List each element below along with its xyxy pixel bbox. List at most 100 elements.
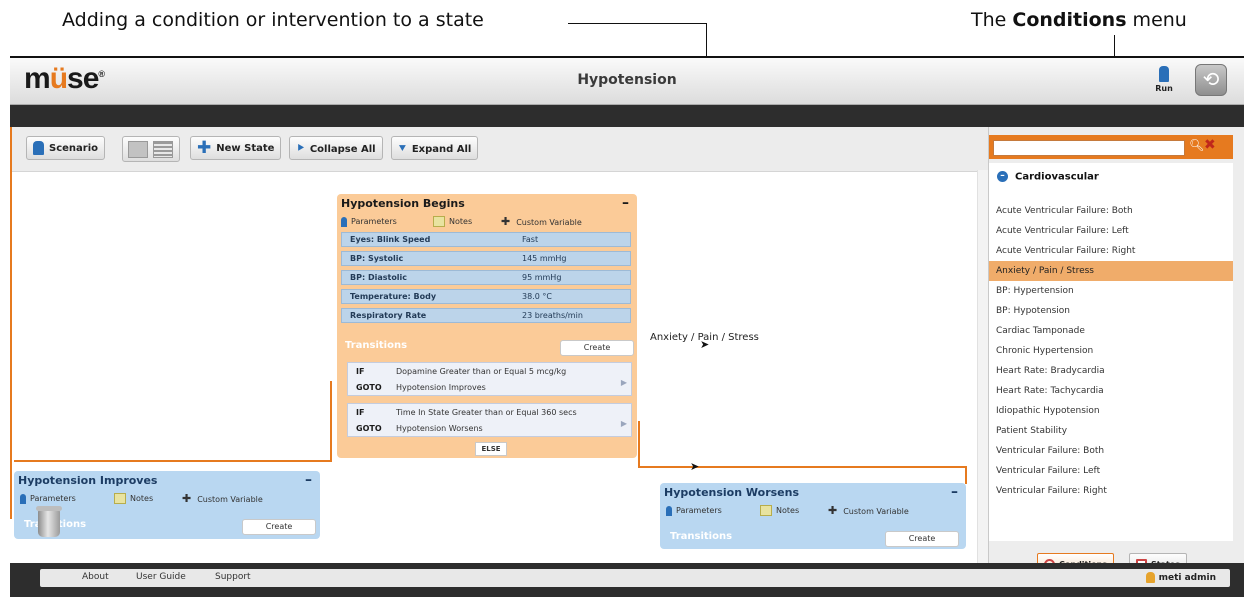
connector-line (10, 127, 12, 519)
run-person-icon (1159, 66, 1169, 82)
collapse-icon: ⯈ (296, 142, 305, 155)
collapse-circle-icon: – (997, 171, 1008, 182)
parameter-row[interactable]: Eyes: Blink Speed Fast (341, 232, 631, 247)
condition-item[interactable]: BP: Hypotension (989, 301, 1233, 321)
plus-icon: ✚ (828, 504, 838, 517)
condition-item[interactable]: Acute Ventricular Failure: Left (989, 221, 1233, 241)
tab-custom-variable[interactable]: ✚ Custom Variable (182, 491, 263, 508)
condition-item[interactable]: Chronic Hypertension (989, 341, 1233, 361)
state-title: Hypotension Improves – (18, 470, 312, 490)
plus-icon: ✚ (182, 492, 192, 505)
callout-add-condition: Adding a condition or intervention to a … (62, 9, 484, 31)
notes-icon (433, 216, 445, 227)
mouse-cursor-icon: ➤ (700, 338, 710, 351)
page-title: Hypotension (577, 72, 677, 88)
footer-link-user-guide[interactable]: User Guide (136, 572, 186, 582)
state-tabs: Parameters Notes ✚ Custom Variable (660, 503, 966, 519)
tab-parameters[interactable]: Parameters (666, 503, 722, 519)
expand-all-button[interactable]: ⯆ Expand All (391, 136, 479, 160)
expand-arrow-icon[interactable]: ▶ (621, 378, 627, 387)
state-card-hypotension-worsens[interactable]: Hypotension Worsens – Parameters Notes ✚ C… (660, 483, 966, 549)
state-tabs: Parameters Notes ✚ Custom Variable (14, 491, 320, 507)
callout-text: The (971, 9, 1013, 31)
tab-notes[interactable]: Notes (114, 491, 153, 507)
back-arrow-icon: ⟲ (1202, 67, 1220, 91)
notes-icon (114, 493, 126, 504)
header-strip (10, 105, 1244, 127)
transition-row[interactable]: IF Dopamine Greater than or Equal 5 mcg/… (347, 362, 632, 396)
parameter-row[interactable]: BP: Systolic 145 mmHg (341, 251, 631, 266)
tab-custom-variable[interactable]: ✚ Custom Variable (828, 503, 909, 520)
person-icon (341, 216, 347, 227)
collapse-all-button[interactable]: ⯈ Collapse All (289, 136, 383, 160)
user-icon (1145, 572, 1155, 583)
condition-item[interactable]: Heart Rate: Bradycardia (989, 361, 1233, 381)
parameter-row[interactable]: Respiratory Rate 23 breaths/min (341, 308, 631, 323)
create-transition-button[interactable]: Create (885, 531, 959, 547)
collapse-minus-icon[interactable]: – (622, 193, 629, 213)
transition-row[interactable]: IF Time In State Greater than or Equal 3… (347, 403, 632, 437)
connector-line (638, 421, 640, 467)
condition-item[interactable]: Acute Ventricular Failure: Right (989, 241, 1233, 261)
tab-notes[interactable]: Notes (760, 503, 799, 519)
canvas-scrollbar[interactable] (977, 170, 988, 563)
conditions-panel: 🔍︎ ✖ – Cardiovascular Acute Ventricular F… (988, 127, 1244, 587)
callout-conditions-menu: The Conditions menu (971, 9, 1187, 31)
collapse-minus-icon[interactable]: – (951, 482, 958, 502)
connector-line (330, 381, 332, 461)
tab-parameters[interactable]: Parameters (20, 491, 76, 507)
clear-icon[interactable]: ✖ (1204, 137, 1216, 153)
state-card-hypotension-begins[interactable]: Hypotension Begins – Parameters Notes ✚ Cu… (337, 194, 637, 458)
toolbar: Scenario ✚ New State ⯈ Collapse All ⯆ Expan… (10, 127, 988, 172)
else-button[interactable]: ELSE (475, 442, 507, 456)
search-icon[interactable]: 🔍︎ (1189, 138, 1204, 152)
tab-parameters[interactable]: Parameters (341, 214, 397, 230)
footer-link-about[interactable]: About (82, 572, 109, 582)
conditions-search-bar: 🔍︎ ✖ (989, 135, 1233, 159)
trash-icon[interactable] (36, 506, 62, 537)
view-toggle[interactable] (122, 136, 180, 162)
tab-custom-variable[interactable]: ✚ Custom Variable (501, 214, 582, 231)
list-view-icon[interactable] (153, 141, 173, 158)
category-header[interactable]: – Cardiovascular (997, 171, 1099, 183)
condition-item[interactable]: Ventricular Failure: Left (989, 461, 1233, 481)
parameter-row[interactable]: Temperature: Body 38.0 °C (341, 289, 631, 304)
footer: About User Guide Support meti admin (10, 563, 1244, 597)
connector-line (638, 466, 966, 468)
run-label: Run (1155, 84, 1173, 93)
condition-item[interactable]: Ventricular Failure: Right (989, 481, 1233, 501)
create-transition-button[interactable]: Create (560, 340, 634, 356)
title-bar: müse® Hypotension Run ⟲ (10, 58, 1244, 105)
condition-item[interactable]: Idiopathic Hypotension (989, 401, 1233, 421)
person-icon (666, 505, 672, 516)
condition-item[interactable]: BP: Hypertension (989, 281, 1233, 301)
expand-icon: ⯆ (398, 142, 407, 155)
back-button[interactable]: ⟲ (1195, 64, 1227, 96)
parameter-row[interactable]: BP: Diastolic 95 mmHg (341, 270, 631, 285)
condition-item[interactable]: Ventricular Failure: Both (989, 441, 1233, 461)
tab-notes[interactable]: Notes (433, 214, 472, 230)
conditions-search-input[interactable] (993, 140, 1185, 156)
expand-arrow-icon[interactable]: ▶ (621, 419, 627, 428)
collapse-minus-icon[interactable]: – (305, 470, 312, 490)
condition-item[interactable]: Heart Rate: Tachycardia (989, 381, 1233, 401)
transitions-label: Transitions (345, 340, 408, 351)
user-menu[interactable]: meti admin (1145, 572, 1216, 583)
run-button[interactable]: Run (1150, 64, 1178, 98)
connector-line (965, 466, 967, 484)
state-tabs: Parameters Notes ✚ Custom Variable (337, 214, 637, 230)
conditions-list: – Cardiovascular Acute Ventricular Failur… (989, 163, 1233, 541)
plus-icon: ✚ (197, 138, 212, 158)
condition-item[interactable]: Patient Stability (989, 421, 1233, 441)
person-icon (20, 493, 26, 504)
condition-item-selected[interactable]: Anxiety / Pain / Stress (989, 261, 1233, 281)
mouse-cursor-icon: ➤ (690, 460, 700, 473)
new-state-button[interactable]: ✚ New State (190, 136, 282, 160)
condition-item[interactable]: Cardiac Tamponade (989, 321, 1233, 341)
footer-link-support[interactable]: Support (215, 572, 251, 582)
condition-item[interactable]: Acute Ventricular Failure: Both (989, 201, 1233, 221)
graph-view-icon[interactable] (128, 141, 148, 158)
scenario-button[interactable]: Scenario (26, 136, 106, 160)
create-transition-button[interactable]: Create (242, 519, 316, 535)
callout-line (568, 23, 706, 24)
